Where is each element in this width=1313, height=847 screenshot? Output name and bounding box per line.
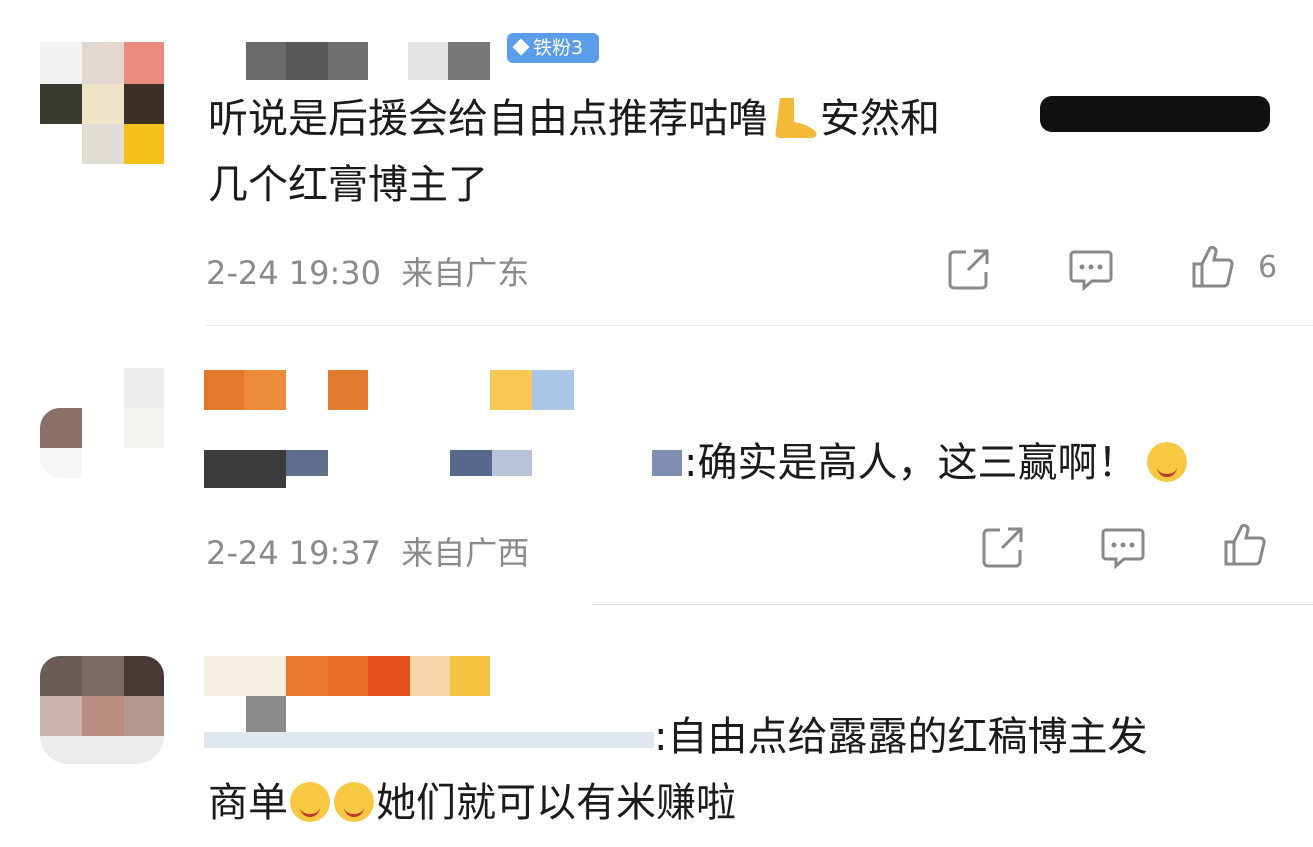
- comment-text: :自由点给露露的红稿博主发: [654, 714, 1148, 760]
- emoji-icon: [334, 782, 374, 822]
- fan-level-badge: 铁粉3: [507, 33, 599, 63]
- foot-emoji-icon: [775, 98, 817, 138]
- location: 来自广西: [401, 534, 530, 572]
- timestamp: 2-24 19:30: [206, 254, 382, 292]
- share-icon[interactable]: [980, 524, 1026, 570]
- comment-icon[interactable]: [1100, 526, 1146, 570]
- like-icon[interactable]: [1222, 522, 1268, 568]
- location: 来自广东: [401, 254, 530, 292]
- comment-text-line2: 几个红膏博主了: [208, 162, 488, 208]
- divider: [206, 325, 1313, 326]
- redaction-mark: [1040, 96, 1270, 132]
- comment-meta: 2-24 19:30 来自广东: [206, 248, 529, 294]
- comment-text: 听说是后援会给自由点推荐咕噜 安然和: [208, 96, 940, 142]
- comment-text: :确实是高人，这三赢啊！: [684, 430, 1189, 496]
- timestamp: 2-24 19:37: [206, 534, 382, 572]
- like-count: 6: [1258, 250, 1278, 285]
- emoji-icon: [290, 782, 330, 822]
- share-icon[interactable]: [946, 246, 992, 292]
- comment-icon[interactable]: [1068, 248, 1114, 292]
- emoji-icon: [1147, 442, 1188, 482]
- like-icon[interactable]: [1190, 244, 1236, 290]
- diamond-icon: [512, 38, 530, 56]
- comment-text-line2: 商单 她们就可以有米赚啦: [208, 780, 736, 826]
- divider: [592, 604, 1313, 605]
- comment-meta: 2-24 19:37 来自广西: [206, 528, 529, 574]
